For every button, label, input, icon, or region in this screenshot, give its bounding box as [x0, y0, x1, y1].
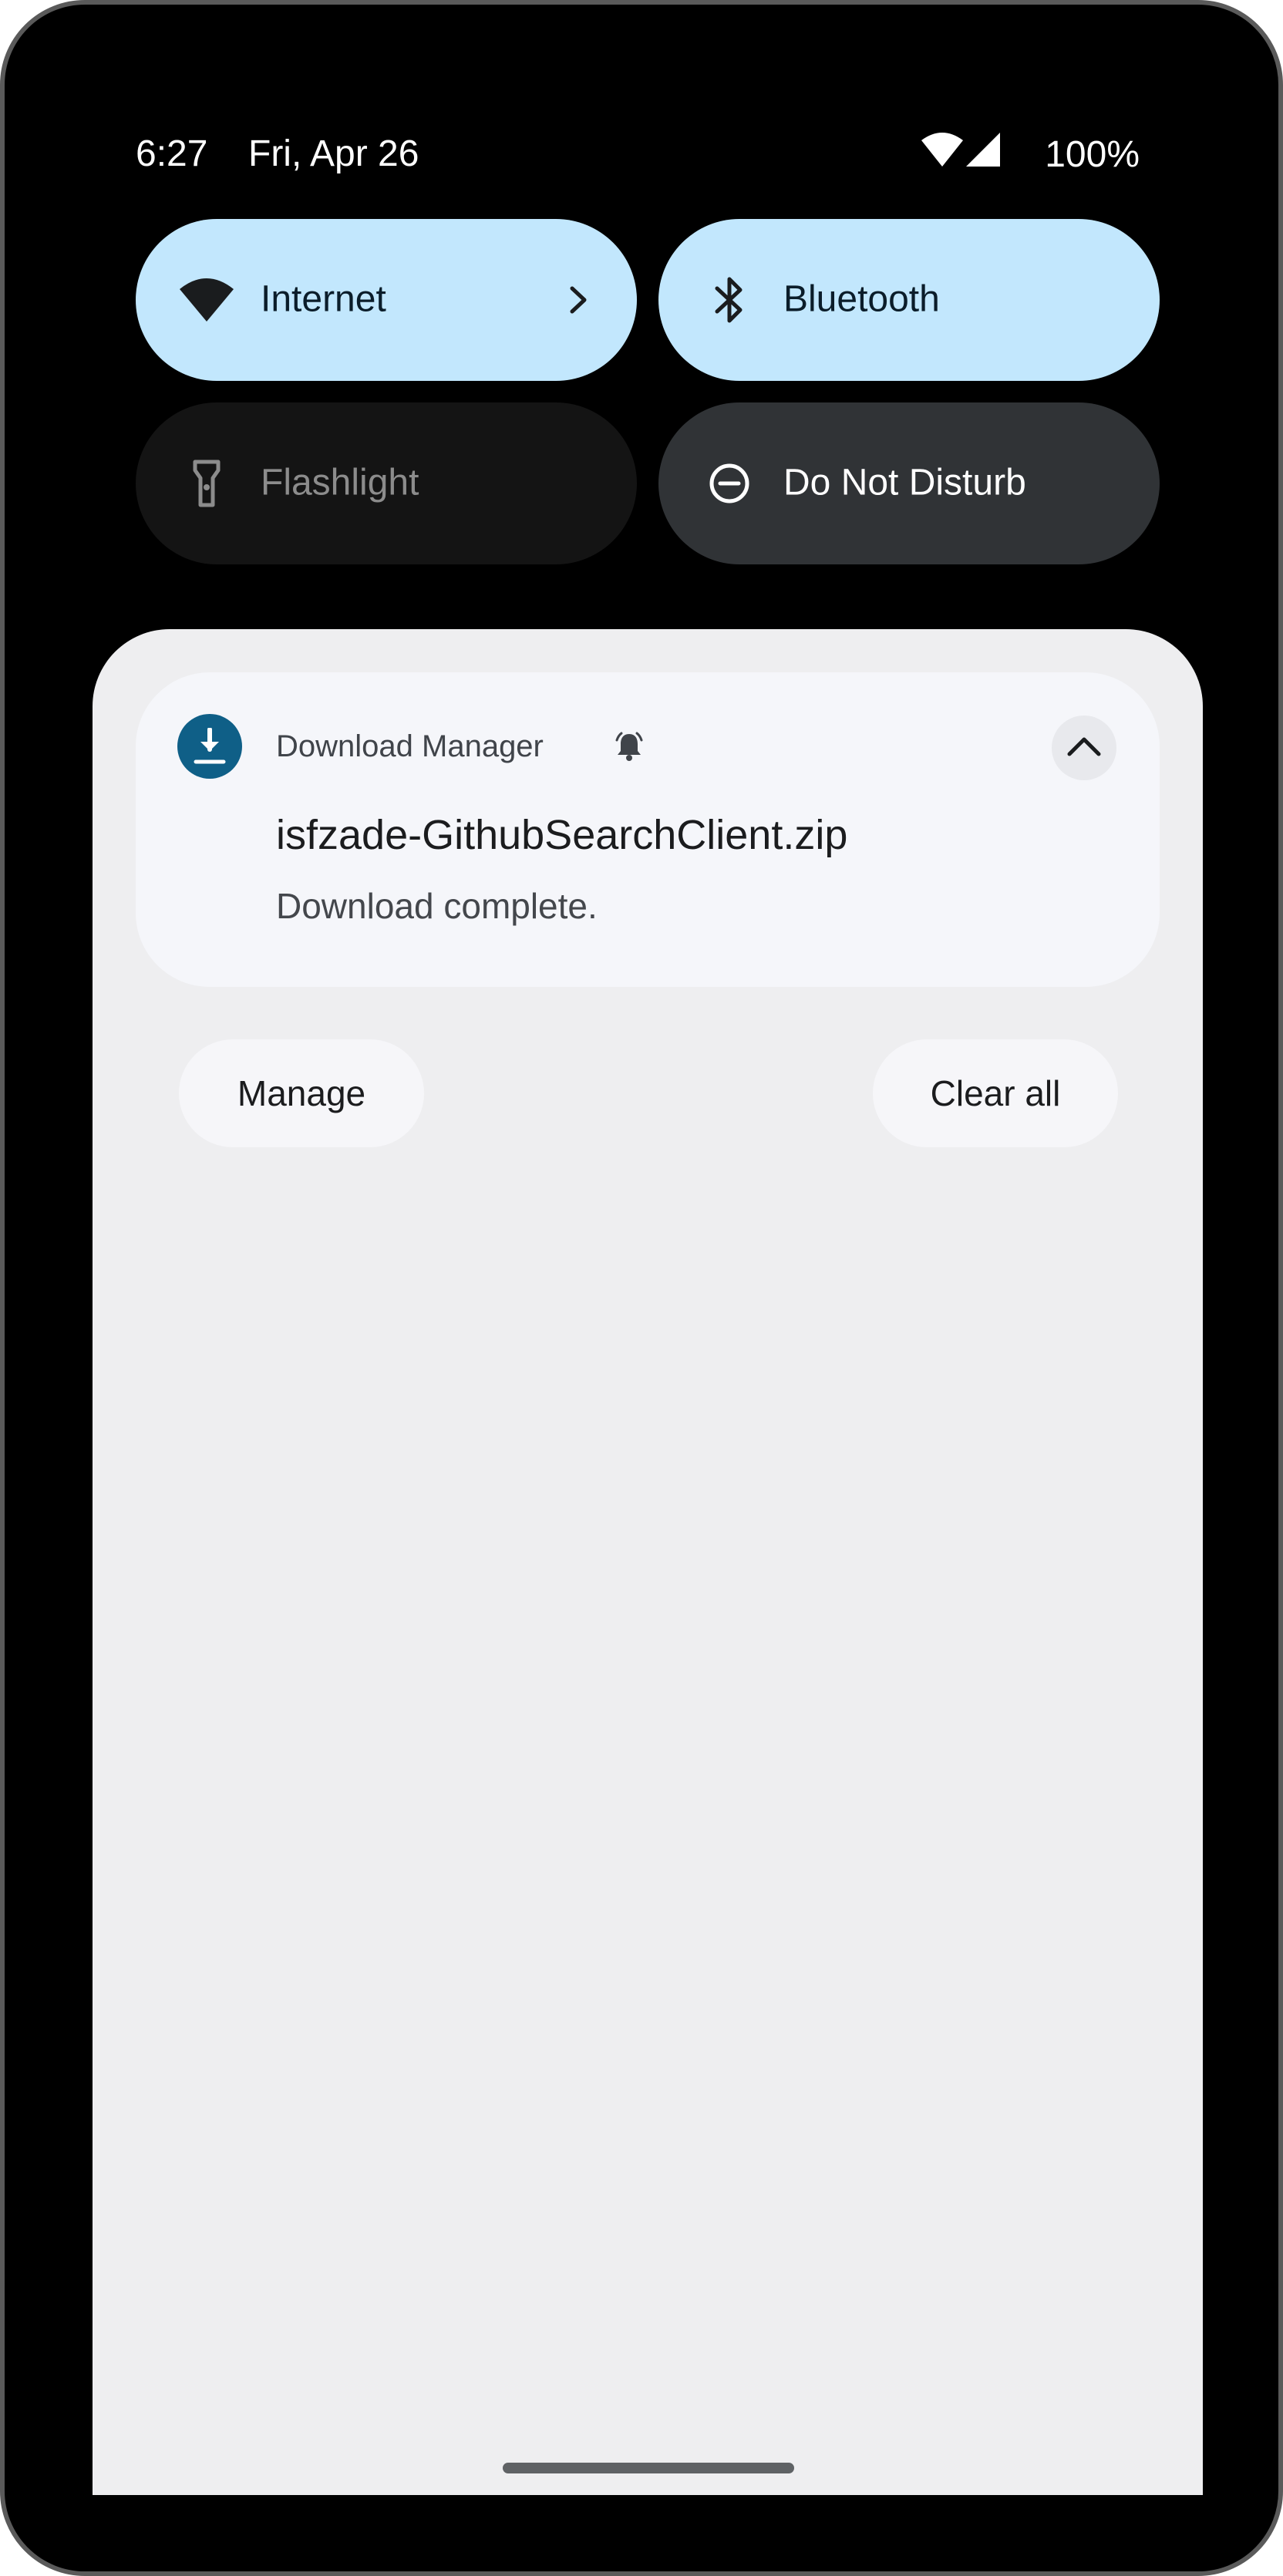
- notification-shade: Download Manager isfzade-GithubSearchCli…: [93, 629, 1203, 2495]
- notification-card[interactable]: Download Manager isfzade-GithubSearchCli…: [136, 672, 1160, 987]
- do-not-disturb-tile-label: Do Not Disturb: [783, 462, 1026, 503]
- collapse-notification-button[interactable]: [1052, 716, 1116, 780]
- wifi-icon: [921, 133, 964, 176]
- do-not-disturb-tile[interactable]: Do Not Disturb: [658, 402, 1160, 564]
- battery-percentage: 100%: [1045, 133, 1140, 175]
- notification-text: Download complete.: [276, 886, 598, 926]
- phone-screen: 6:27 Fri, Apr 26 100% Internet Bluetooth: [0, 0, 1283, 2576]
- bluetooth-icon: [699, 269, 760, 331]
- status-time: 6:27: [136, 133, 208, 174]
- status-bar: 6:27 Fri, Apr 26 100%: [136, 128, 1140, 185]
- do-not-disturb-icon: [699, 453, 760, 514]
- bluetooth-tile-label: Bluetooth: [783, 278, 940, 320]
- download-icon: [177, 714, 242, 779]
- cellular-signal-icon: [966, 133, 1001, 176]
- home-gesture-handle[interactable]: [503, 2463, 794, 2473]
- internet-tile-label: Internet: [261, 278, 386, 320]
- internet-tile[interactable]: Internet: [136, 219, 637, 381]
- flashlight-icon: [176, 453, 237, 514]
- flashlight-tile[interactable]: Flashlight: [136, 402, 637, 564]
- manage-button[interactable]: Manage: [179, 1039, 424, 1147]
- flashlight-tile-label: Flashlight: [261, 462, 419, 503]
- status-icons: 100%: [921, 133, 1140, 176]
- status-date: Fri, Apr 26: [248, 133, 419, 174]
- bluetooth-tile[interactable]: Bluetooth: [658, 219, 1160, 381]
- chevron-right-icon: [560, 281, 597, 318]
- clear-all-button[interactable]: Clear all: [873, 1039, 1118, 1147]
- alerting-bell-icon: [614, 731, 645, 766]
- notification-title: isfzade-GithubSearchClient.zip: [276, 812, 848, 858]
- wifi-icon: [176, 269, 237, 331]
- notification-app-name: Download Manager: [276, 729, 544, 763]
- chevron-up-icon: [1066, 736, 1102, 761]
